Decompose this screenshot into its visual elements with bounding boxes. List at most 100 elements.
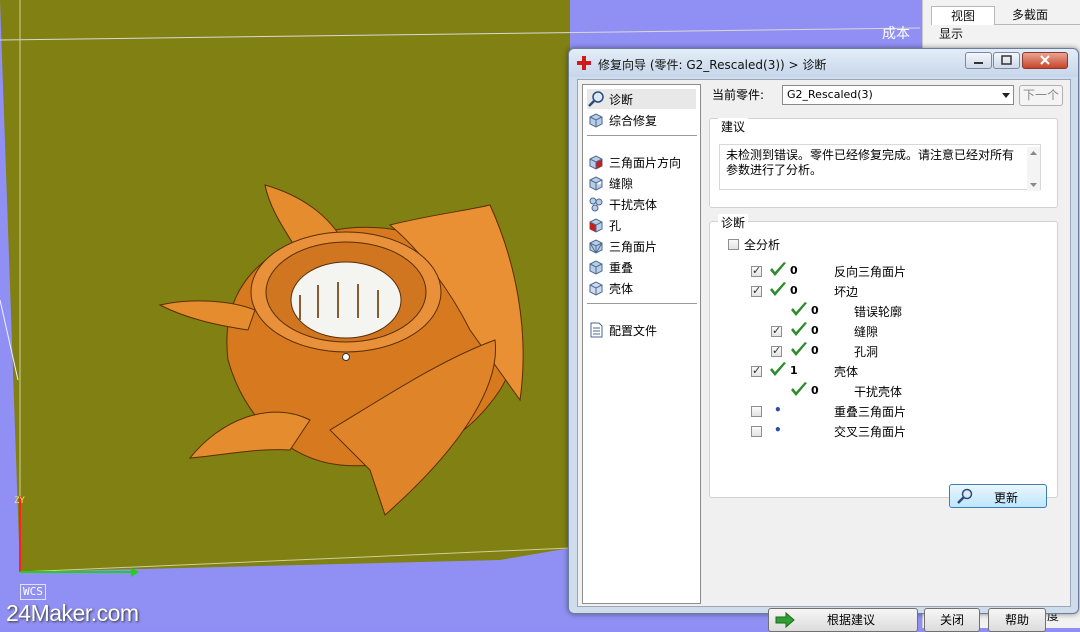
diagnosis-row-label: 壳体 (834, 365, 859, 379)
maximize-icon (1001, 55, 1012, 65)
checkmark-icon (770, 282, 786, 296)
wcs-label: WCS (20, 584, 46, 600)
diagnosis-row-checkbox[interactable] (771, 324, 782, 337)
document-icon (590, 322, 603, 338)
diagnosis-row-label: 孔洞 (854, 345, 879, 359)
nav-item-label: 重叠 (609, 260, 634, 275)
close-button[interactable]: 关闭 (924, 608, 980, 632)
current-part-select[interactable]: G2_Rescaled(3) (782, 85, 1014, 105)
wizard-nav: 诊断 综合修复 三角面片方向 缝隙 干扰壳体 孔 三角面片 重叠 壳体 配置文件 (582, 84, 701, 604)
advice-text: 未检测到错误。零件已经修复完成。请注意已经对所有参数进行了分析。 (726, 148, 1015, 177)
current-part-label: 当前零件: (712, 88, 765, 102)
cost-label: 成本 (882, 26, 910, 42)
nav-item-label: 干扰壳体 (609, 197, 658, 212)
nav-item-label: 壳体 (609, 281, 634, 296)
dialog-titlebar[interactable]: 修复向导 (零件: G2_Rescaled(3)) > 诊断 (569, 49, 1078, 77)
advice-box: 未检测到错误。零件已经修复完成。请注意已经对所有参数进行了分析。 (719, 144, 1041, 193)
checkmark-icon (791, 342, 807, 356)
repair-wizard-dialog: 修复向导 (零件: G2_Rescaled(3)) > 诊断 诊断 综合修复 三… (568, 48, 1079, 632)
diagnosis-row-count: 0 (790, 264, 798, 277)
pending-dot-icon: • (774, 423, 782, 437)
close-icon (1040, 55, 1050, 65)
tab-multi-section[interactable]: 多截面 (999, 6, 1061, 24)
close-window-button[interactable] (1022, 52, 1068, 69)
repair-cube-icon (589, 113, 603, 128)
nav-item-label: 孔 (609, 218, 622, 233)
nav-item-profile[interactable]: 配置文件 (587, 320, 696, 340)
diagnosis-row-checkbox[interactable] (751, 364, 762, 377)
diagnosis-row-label: 缝隙 (854, 325, 879, 339)
next-button[interactable]: 下一个 (1019, 85, 1063, 106)
nav-separator (587, 303, 697, 304)
diagnosis-row-checkbox[interactable] (771, 344, 782, 357)
refresh-button[interactable]: 更新 (949, 484, 1047, 508)
nav-item-label: 诊断 (609, 92, 634, 107)
chevron-down-icon (1002, 93, 1010, 98)
tab-view[interactable]: 视图 (931, 6, 995, 25)
nav-separator (587, 135, 697, 136)
help-button[interactable]: 帮助 (988, 608, 1046, 632)
checkmark-icon (770, 362, 786, 376)
nav-item-gap[interactable]: 缝隙 (587, 173, 696, 193)
pending-dot-icon: • (774, 403, 782, 417)
diagnosis-row-count: 1 (790, 364, 798, 377)
hole-cube-icon (589, 218, 603, 233)
advice-scrollbar[interactable] (1027, 145, 1040, 193)
diagnosis-row-count: 0 (811, 324, 819, 337)
magnifier-icon (588, 91, 604, 107)
nav-item-hole[interactable]: 孔 (587, 215, 696, 235)
red-cross-icon (577, 56, 591, 70)
checkmark-icon (791, 322, 807, 336)
diagnosis-row-checkbox[interactable] (751, 264, 762, 277)
diagnosis-row-label: 反向三角面片 (834, 265, 907, 279)
nav-item-shell[interactable]: 壳体 (587, 278, 696, 298)
nav-item-label: 配置文件 (609, 323, 658, 338)
diagnosis-row-label: 错误轮廓 (854, 305, 903, 319)
nav-item-triangles[interactable]: 三角面片 (587, 236, 696, 256)
diagnosis-row-label: 坏边 (834, 285, 859, 299)
advice-title: 建议 (718, 118, 749, 135)
minimize-icon (974, 62, 983, 64)
diagnosis-row-label: 干扰壳体 (854, 385, 903, 399)
diagnosis-row-checkbox[interactable] (751, 284, 762, 297)
gap-cube-icon (589, 176, 603, 191)
diagnosis-title: 诊断 (718, 214, 749, 231)
diagnosis-row-checkbox[interactable] (751, 406, 762, 417)
minimize-button[interactable] (965, 52, 992, 69)
diagnosis-row-count: 0 (811, 344, 819, 357)
maximize-button[interactable] (993, 52, 1020, 69)
checkmark-icon (791, 302, 807, 316)
diagnosis-row-count: 0 (811, 384, 819, 397)
nav-item-noise-shell[interactable]: 干扰壳体 (587, 194, 696, 214)
dialog-client: 诊断 综合修复 三角面片方向 缝隙 干扰壳体 孔 三角面片 重叠 壳体 配置文件… (577, 79, 1071, 632)
diagnosis-row-label: 重叠三角面片 (834, 405, 907, 419)
checkmark-icon (770, 262, 786, 276)
green-arrow-icon (775, 612, 795, 628)
nav-item-label: 综合修复 (609, 113, 658, 128)
nav-item-label: 三角面片 (609, 239, 658, 254)
diagnosis-row-count: 0 (811, 304, 819, 317)
pivot-marker (342, 353, 350, 361)
axis-label: ZY (14, 496, 25, 506)
shell-cube-icon (589, 281, 603, 296)
nav-item-label: 三角面片方向 (609, 155, 682, 170)
nav-item-overlap[interactable]: 重叠 (587, 257, 696, 277)
diagnosis-row-label: 交叉三角面片 (834, 425, 907, 439)
magnifier-icon (957, 488, 973, 504)
full-analysis-checkbox[interactable] (728, 239, 739, 250)
nav-item-triangle-orientation[interactable]: 三角面片方向 (587, 152, 696, 172)
current-part-value: G2_Rescaled(3) (787, 88, 873, 101)
dialog-title: 修复向导 (零件: G2_Rescaled(3)) > 诊断 (598, 58, 827, 72)
noise-shell-icon (589, 197, 603, 212)
nav-item-diagnosis[interactable]: 诊断 (587, 89, 696, 109)
diagnosis-row-count: 0 (790, 284, 798, 297)
watermark: 24Maker.com (6, 600, 139, 626)
diagnosis-row-checkbox[interactable] (751, 426, 762, 437)
axis-arrow (131, 568, 139, 577)
apply-advice-button[interactable]: 根据建议 (768, 608, 918, 632)
nav-item-general-repair[interactable]: 综合修复 (587, 110, 696, 130)
display-label: 显示 (939, 27, 964, 41)
triangle-orientation-icon (589, 155, 603, 170)
checkmark-icon (791, 382, 807, 396)
nav-item-label: 缝隙 (609, 176, 634, 191)
